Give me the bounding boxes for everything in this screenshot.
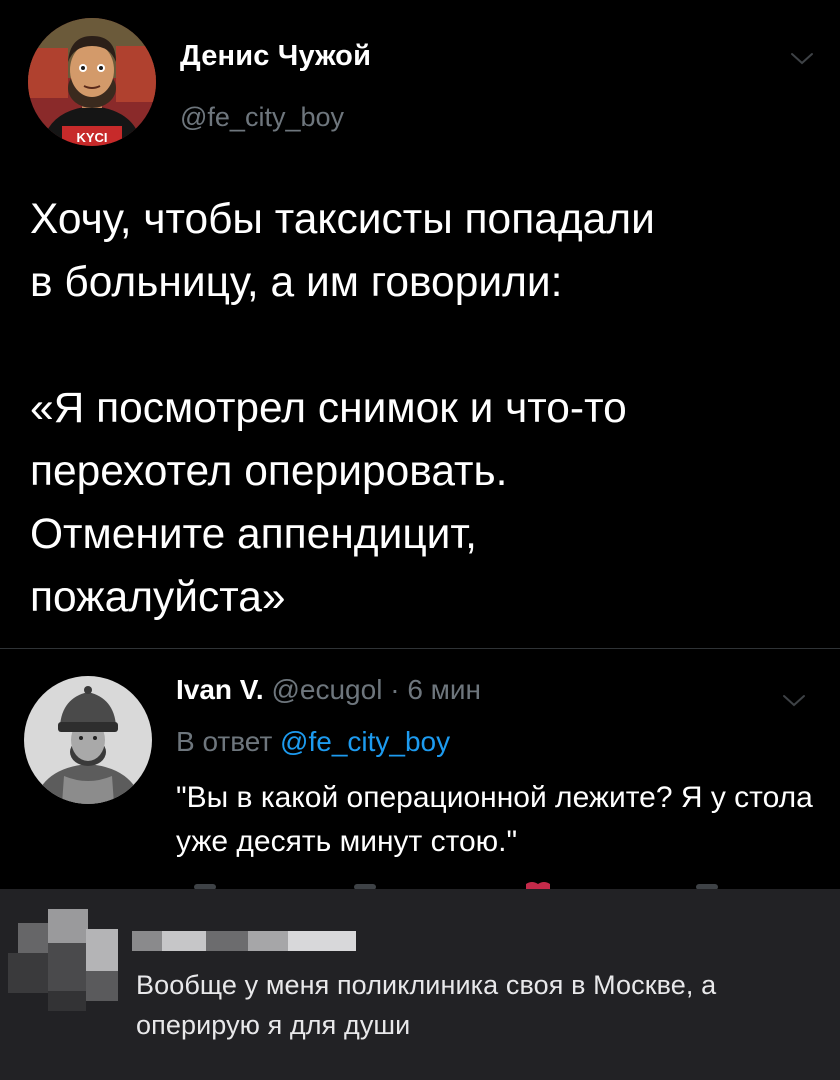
tweet-text: Хочу, чтобы таксисты попадали в больницу… [30,188,820,629]
reply-text: "Вы в какой операционной лежите? Я у сто… [176,781,813,858]
avatar[interactable]: KYCI [28,18,156,146]
reply-to-mention[interactable]: @fe_city_boy [280,726,450,757]
tweet-text-paragraph: Хочу, чтобы таксисты попадали в больницу… [30,196,655,306]
author-name[interactable]: Денис Чужой [180,40,371,73]
comment-author-name-blurred[interactable] [132,931,356,951]
author-handle[interactable]: @fe_city_boy [180,102,344,133]
tweet-header: KYCI Денис Чужой @fe_city_boy [0,0,840,170]
reply-separator: · [382,674,408,705]
avatar-illustration: KYCI [28,18,156,146]
reply-avatar-illustration [24,676,152,804]
comment-text: Вообще у меня поликлиника своя в Москве,… [136,970,717,1040]
divider [0,648,840,649]
tweet-text-paragraph: «Я посмотрел снимок и что-то перехотел о… [30,385,627,621]
reply-context: В ответ @fe_city_boy [176,726,450,758]
reply-avatar[interactable] [24,676,152,804]
reply-time[interactable]: 6 мин [407,674,481,705]
reply-author-handle[interactable]: @ecugol [271,674,382,705]
reply-to-label: В ответ [176,726,281,757]
reply-header: Ivan V. @ecugol · 6 мин [176,674,481,706]
chevron-down-icon[interactable] [780,690,808,710]
reply-author-name[interactable]: Ivan V. [176,674,264,705]
comment-avatar-blurred[interactable] [8,909,118,1011]
comment: Вообще у меня поликлиника своя в Москве,… [0,889,840,1080]
avatar-badge-text: KYCI [76,130,107,145]
chevron-down-icon[interactable] [788,48,816,68]
